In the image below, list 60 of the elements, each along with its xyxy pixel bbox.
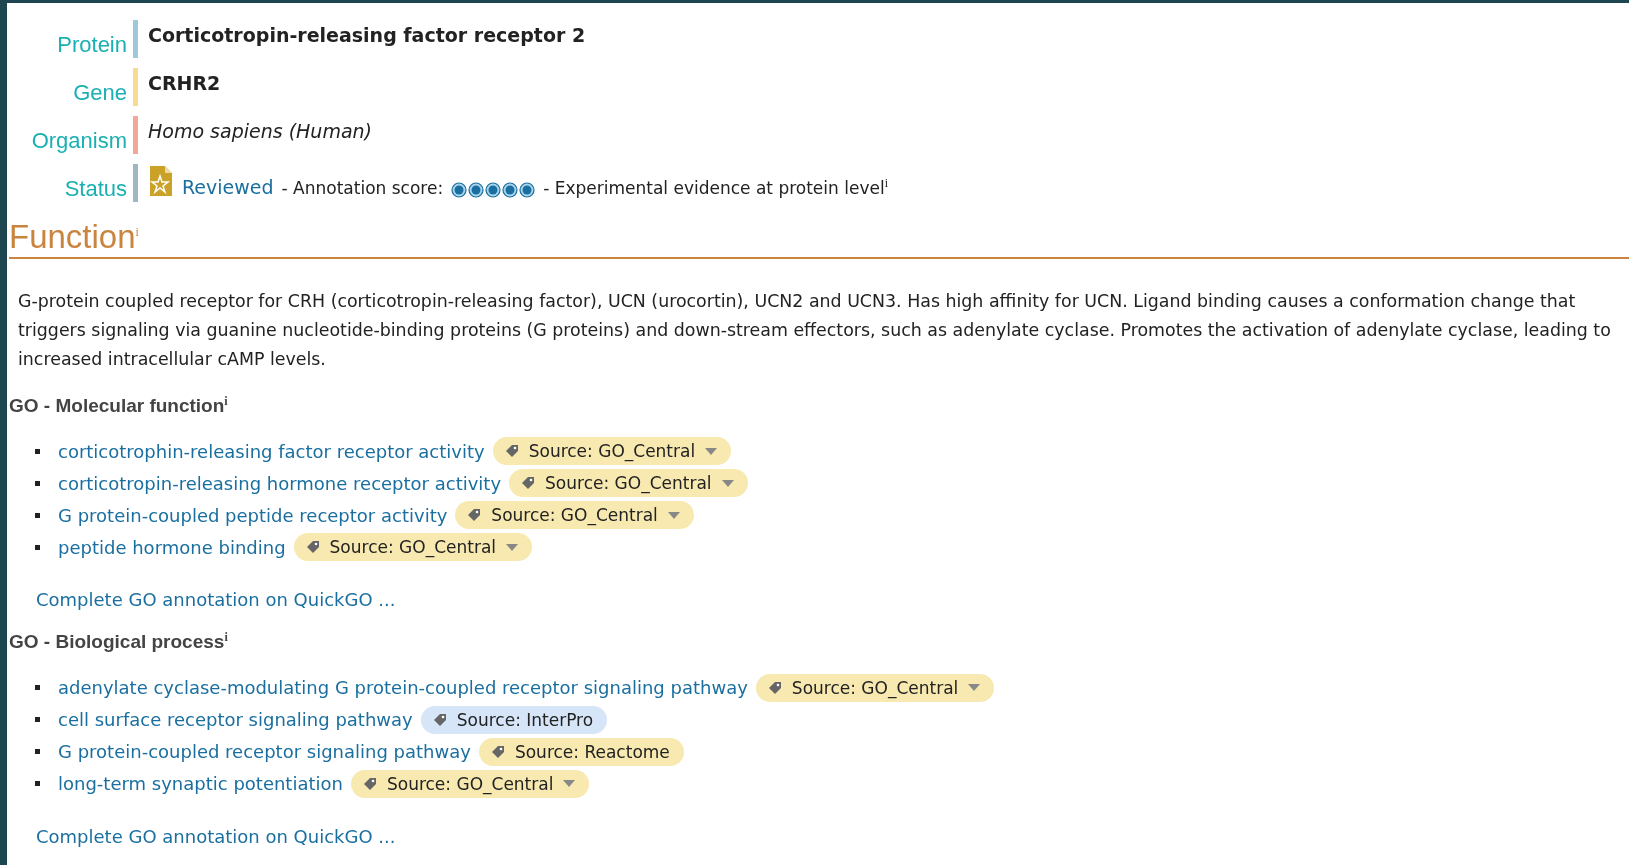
source-badge: Source: InterPro [420,705,608,734]
source-badge[interactable]: Source: GO_Central [350,769,590,798]
caret-icon [705,447,718,455]
source-badge[interactable]: Source: GO_Central [509,469,748,498]
go-term-link[interactable]: corticotrophin-releasing factor receptor activity [58,440,485,462]
tag-icon [362,776,377,791]
go-term-link[interactable]: corticotropin-releasing hormone receptor activity [58,472,502,494]
go-term-link[interactable]: long-term synaptic potentiation [58,773,343,795]
field-label: Status [63,176,128,202]
source-badge[interactable]: Source: GO_Central [455,501,694,530]
function-description: G-protein coupled receptor for CRH (corticotropin-releasing factor), UCN (urocortin), UCN2 and UCN3. Has high affinity for UCN. Ligand binding causes a conformation change that triggers signaling via guanine nucleotide-binding proteins (G proteins) and down-stream effectors, such as adenylate cyclase. Promotes the activation of adenylate cyclase, leading to increased intracellular cAMP levels. [17,290,1612,371]
quickgo-link[interactable]: Complete GO annotation on QuickGO ... [36,825,396,847]
caret-icon [968,684,981,692]
bullet-icon [35,749,40,755]
score-dot-icon [468,182,485,198]
reviewed-link[interactable]: Reviewed [182,176,274,198]
quickgo-link[interactable]: Complete GO annotation on QuickGO ... [36,589,396,611]
field-value: Corticotropin-releasing factor receptor 2 [148,23,586,46]
tag-icon [521,476,536,491]
bullet-icon [35,685,40,691]
go-heading: GO - Biological process$^{i}$ [9,630,229,654]
field-label: Gene [72,80,128,106]
go-term-link[interactable]: cell surface receptor signaling pathway [58,709,413,731]
caret-icon [506,543,519,551]
go-term-link[interactable]: adenylate cyclase-modulating G protein-coupled receptor signaling pathway [58,677,748,699]
source-badge[interactable]: Source: GO_Central [492,437,732,466]
tag-icon [767,680,782,695]
field-label: Organism [30,128,128,154]
field-value: Homo sapiens (Human) [148,119,372,142]
bullet-icon [35,544,40,550]
caret-icon [563,780,576,788]
section-title: Function$^{i}$ [9,217,139,257]
score-dot-icon [502,182,519,198]
field-value: CRHR2 [148,71,221,94]
bullet-icon [35,512,40,518]
bullet-icon [35,480,40,486]
caret-icon [667,511,680,519]
source-badge: Source: Reactome [478,737,684,766]
tag-icon [467,508,482,523]
bullet-icon [35,717,40,723]
go-term-link[interactable]: peptide hormone binding [58,536,286,558]
tag-icon [490,744,505,759]
tag-icon [305,540,320,555]
source-badge[interactable]: Source: GO_Central [755,673,995,702]
score-dot-icon [451,182,468,198]
caret-icon [721,479,734,487]
go-term-link[interactable]: G protein-coupled peptide receptor activity [58,504,448,526]
tag-icon [504,444,519,459]
bullet-icon [35,448,40,454]
evidence-text: - Experimental evidence at protein level$^{i}$ [543,176,888,198]
go-term-link[interactable]: G protein-coupled receptor signaling pathway [58,741,471,763]
score-label: - Annotation score: [281,178,444,198]
bullet-icon [35,781,40,787]
go-heading: GO - Molecular function$^{i}$ [9,394,229,418]
source-badge[interactable]: Source: GO_Central [293,533,533,562]
field-label: Protein [56,32,128,58]
score-dot-icon [519,182,536,198]
score-dot-icon [485,182,502,198]
reviewed-document-icon [148,164,174,198]
tag-icon [432,712,447,727]
